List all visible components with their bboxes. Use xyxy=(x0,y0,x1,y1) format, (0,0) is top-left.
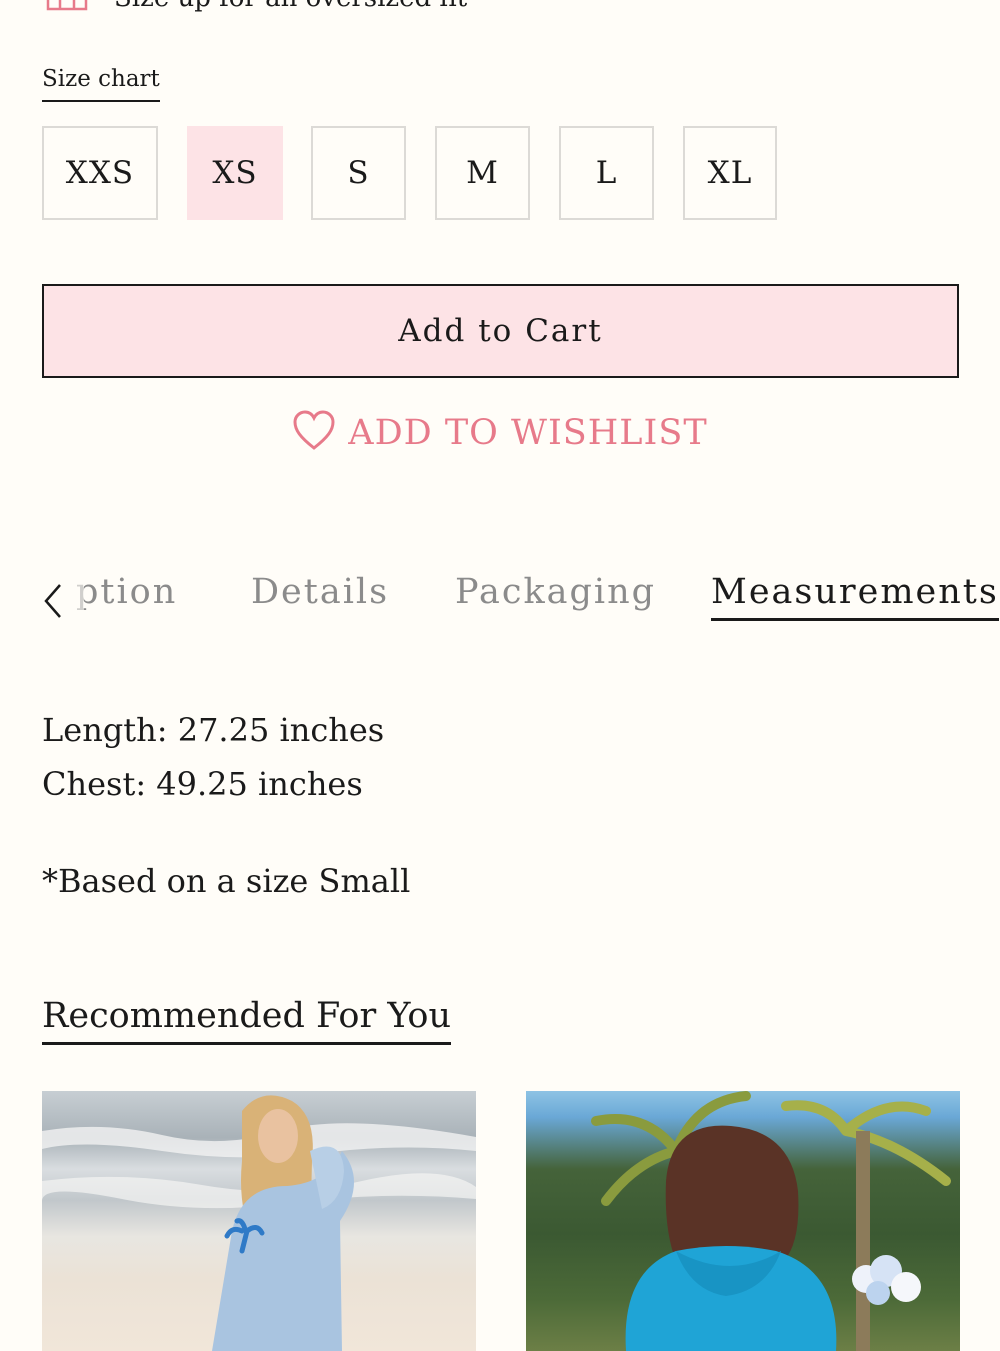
length-measurement: Length: 27.25 inches xyxy=(42,711,385,749)
size-option-xl[interactable]: XL xyxy=(683,126,777,220)
fit-note-text: Size up for an oversized fit xyxy=(114,0,467,13)
chest-measurement: Chest: 49.25 inches xyxy=(42,765,363,803)
tab-packaging[interactable]: Packaging xyxy=(455,572,656,612)
tab-details[interactable]: Details xyxy=(251,572,389,612)
size-chart-link[interactable]: Size chart xyxy=(42,66,160,102)
wishlist-label: ADD TO WISHLIST xyxy=(348,413,708,453)
measurements-content: Length: 27.25 inches Chest: 49.25 inches xyxy=(42,703,384,811)
recommended-product-image-1[interactable] xyxy=(42,1091,476,1351)
size-option-l[interactable]: L xyxy=(559,126,654,220)
size-note: *Based on a size Small xyxy=(42,862,411,900)
size-selector: XXS XS S M L XL xyxy=(42,126,777,220)
size-option-xxs[interactable]: XXS xyxy=(42,126,158,220)
hoodie-icon xyxy=(42,0,92,15)
fit-note: Size up for an oversized fit xyxy=(42,0,467,18)
add-to-cart-button[interactable]: Add to Cart xyxy=(42,284,959,378)
size-option-m[interactable]: M xyxy=(435,126,530,220)
recommended-title: Recommended For You xyxy=(42,996,451,1045)
size-option-s[interactable]: S xyxy=(311,126,406,220)
tab-measurements[interactable]: Measurements xyxy=(711,572,999,621)
recommended-product-image-2[interactable] xyxy=(526,1091,960,1351)
tab-scroll-fade xyxy=(70,568,84,632)
add-to-wishlist-button[interactable]: ADD TO WISHLIST xyxy=(0,408,1000,458)
tab-description[interactable]: ption xyxy=(76,572,177,612)
size-option-xs[interactable]: XS xyxy=(187,126,283,220)
heart-icon xyxy=(292,410,336,456)
product-info-tabs: ption Details Packaging Measurements xyxy=(0,568,1000,632)
chevron-left-icon xyxy=(42,582,64,624)
tabs-prev-button[interactable] xyxy=(38,578,68,628)
